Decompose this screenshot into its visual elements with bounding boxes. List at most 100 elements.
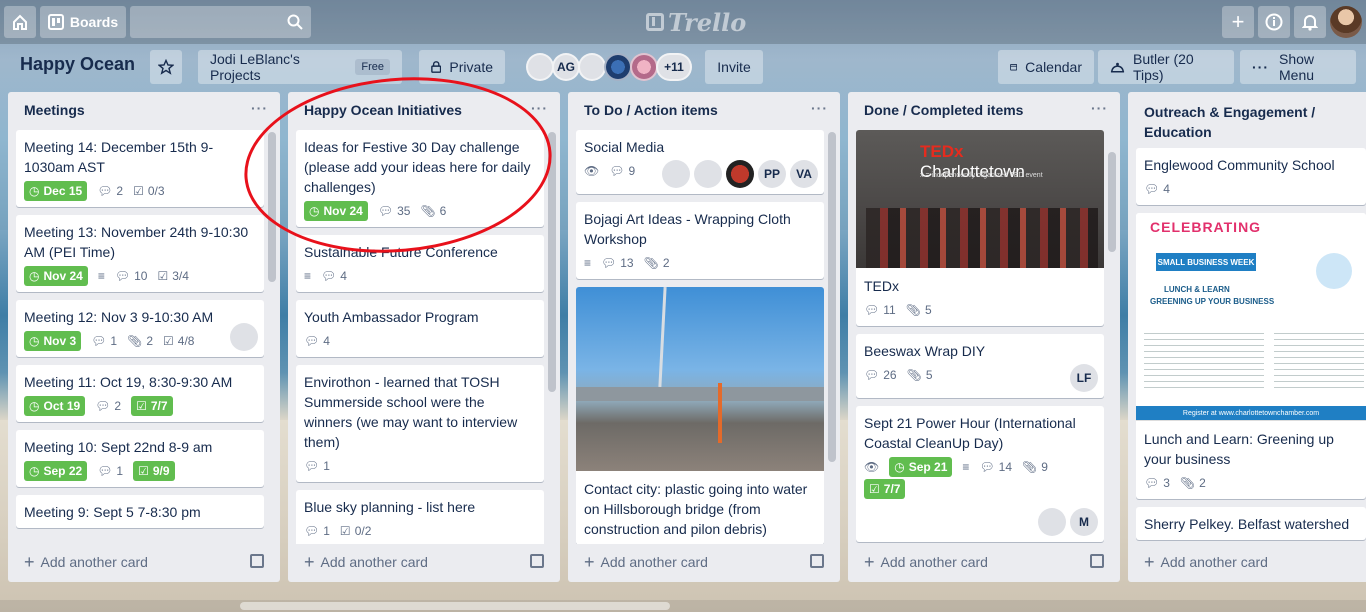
list-header[interactable]: To Do / Action items ··· xyxy=(568,92,840,130)
due-date-badge[interactable]: ◷ Sep 21 xyxy=(889,457,953,477)
butler-button[interactable]: Butler (20 Tips) xyxy=(1098,50,1234,84)
card-sept-21-power-hour[interactable]: Sept 21 Power Hour (International Coasta… xyxy=(856,406,1104,542)
card-member-avatar[interactable] xyxy=(662,160,690,188)
list-done-completed-items[interactable]: Done / Completed items ··· TEDx Charlotte… xyxy=(848,92,1120,582)
scrollbar-thumb[interactable] xyxy=(240,602,670,610)
comment-icon: 💬︎ xyxy=(1144,182,1160,196)
due-date-badge[interactable]: ◷ Oct 19 xyxy=(24,396,86,416)
calendar-button[interactable]: Calendar xyxy=(998,50,1094,84)
card-tedx[interactable]: TEDx Charlottetown x = independently orga… xyxy=(856,130,1104,326)
card-member-avatar[interactable] xyxy=(1038,508,1066,536)
card-meeting-10[interactable]: Meeting 10: Sept 22nd 8-9 am ◷ Sep 22 💬︎ 1… xyxy=(16,430,264,487)
card-member-avatar[interactable] xyxy=(694,160,722,188)
list-header[interactable]: Outreach & Engagement / Education xyxy=(1128,92,1366,148)
star-board-button[interactable] xyxy=(150,50,182,84)
card-blue-sky-planning[interactable]: Blue sky planning - list here 💬︎ 1 ☑ 0/2 xyxy=(296,490,544,544)
comment-icon: 💬︎ xyxy=(601,256,617,270)
board-title[interactable]: Happy Ocean xyxy=(20,54,135,75)
list-meetings[interactable]: Meetings ··· Meeting 14: December 15th 9… xyxy=(8,92,280,582)
list-menu-icon[interactable]: ··· xyxy=(531,100,548,116)
due-date-badge[interactable]: ◷ Nov 24 xyxy=(304,201,368,221)
add-card-button[interactable]: + Add another card xyxy=(864,550,1108,574)
due-date-badge[interactable]: ◷ Sep 22 xyxy=(24,461,88,481)
add-card-button[interactable]: + Add another card xyxy=(304,550,548,574)
card-lunch-and-learn[interactable]: CELEBRATING SMALL BUSINESS WEEK LUNCH & … xyxy=(1136,213,1366,499)
card-template-icon[interactable] xyxy=(1090,554,1104,568)
add-card-button[interactable]: + Add another card xyxy=(1144,550,1354,574)
add-card-button[interactable]: + Add another card xyxy=(584,550,828,574)
list-outreach-engagement[interactable]: Outreach & Engagement / Education Englew… xyxy=(1128,92,1366,582)
card-template-icon[interactable] xyxy=(810,554,824,568)
due-date-badge[interactable]: ◷ Nov 3 xyxy=(24,331,82,351)
create-button[interactable]: + xyxy=(1222,6,1254,38)
card-contact-city[interactable]: Contact city: plastic going into water o… xyxy=(576,287,824,544)
member-avatar-4[interactable] xyxy=(604,53,632,81)
list-to-do-action-items[interactable]: To Do / Action items ··· Social Media 👁︎… xyxy=(568,92,840,582)
member-avatar-3[interactable] xyxy=(578,53,606,81)
card-member-initials[interactable]: VA xyxy=(790,160,818,188)
card-youth-ambassador-program[interactable]: Youth Ambassador Program 💬︎ 4 xyxy=(296,300,544,357)
clock-icon: ◷ xyxy=(309,204,320,218)
member-avatar-5[interactable] xyxy=(630,53,658,81)
search-input[interactable] xyxy=(130,6,311,38)
info-button[interactable] xyxy=(1258,6,1290,38)
card-bojagi-art-ideas[interactable]: Bojagi Art Ideas - Wrapping Cloth Worksh… xyxy=(576,202,824,279)
list-scrollbar[interactable] xyxy=(548,132,556,392)
card-sherry-pelkey[interactable]: Sherry Pelkey. Belfast watershed xyxy=(1136,507,1366,540)
card-englewood-community-school[interactable]: Englewood Community School 💬︎ 4 xyxy=(1136,148,1366,205)
list-menu-icon[interactable]: ··· xyxy=(251,100,268,116)
card-meeting-14[interactable]: Meeting 14: December 15th 9-1030am AST ◷… xyxy=(16,130,264,207)
user-avatar[interactable] xyxy=(1330,6,1362,38)
card-envirothon[interactable]: Envirothon - learned that TOSH Summersid… xyxy=(296,365,544,482)
card-template-icon[interactable] xyxy=(250,554,264,568)
cover-pole xyxy=(658,287,667,388)
list-title[interactable]: To Do / Action items xyxy=(584,102,718,118)
list-header[interactable]: Meetings ··· xyxy=(8,92,280,130)
card-member-initials[interactable]: LF xyxy=(1070,364,1098,392)
more-members-button[interactable]: +11 xyxy=(656,53,692,81)
card-social-media[interactable]: Social Media 👁︎ 💬︎ 9 PP VA xyxy=(576,130,824,194)
notifications-button[interactable] xyxy=(1294,6,1326,38)
search-icon[interactable] xyxy=(287,14,303,30)
list-menu-icon[interactable]: ··· xyxy=(1091,100,1108,116)
card-member-initials[interactable]: PP xyxy=(758,160,786,188)
add-card-button[interactable]: + Add another card xyxy=(24,550,268,574)
member-avatar-ag[interactable]: AG xyxy=(552,53,580,81)
list-header[interactable]: Done / Completed items ··· xyxy=(848,92,1120,130)
trello-logo[interactable]: Trello xyxy=(646,8,746,37)
card-meeting-11[interactable]: Meeting 11: Oct 19, 8:30-9:30 AM ◷ Oct 19… xyxy=(16,365,264,422)
board-horizontal-scrollbar[interactable] xyxy=(0,600,1366,612)
card-beeswax-wrap-diy[interactable]: Beeswax Wrap DIY 💬︎ 26 📎︎ 5 LF xyxy=(856,334,1104,398)
card-member-avatar[interactable] xyxy=(230,323,258,351)
card-meeting-12[interactable]: Meeting 12: Nov 3 9-10:30 AM ◷ Nov 3 💬︎ 1 … xyxy=(16,300,264,357)
card-meeting-13[interactable]: Meeting 13: November 24th 9-10:30 AM (PE… xyxy=(16,215,264,292)
comments-count: 35 xyxy=(397,204,411,218)
list-scrollbar[interactable] xyxy=(828,132,836,462)
member-avatar-1[interactable] xyxy=(526,53,554,81)
list-menu-icon[interactable]: ··· xyxy=(811,100,828,116)
visibility-button[interactable]: Private xyxy=(419,50,505,84)
list-header[interactable]: Happy Ocean Initiatives ··· xyxy=(288,92,560,130)
comments-count: 26 xyxy=(883,368,897,382)
team-button[interactable]: Jodi LeBlanc's Projects Free xyxy=(198,50,402,84)
invite-button[interactable]: Invite xyxy=(705,50,763,84)
list-title[interactable]: Outreach & Engagement / Education xyxy=(1144,102,1326,142)
list-title[interactable]: Meetings xyxy=(24,102,85,118)
list-happy-ocean-initiatives[interactable]: Happy Ocean Initiatives ··· Ideas for Fe… xyxy=(288,92,560,582)
card-meeting-9[interactable]: Meeting 9: Sept 5 7-8:30 pm xyxy=(16,495,264,528)
card-member-initials[interactable]: M xyxy=(1070,508,1098,536)
list-scrollbar[interactable] xyxy=(1108,152,1116,252)
home-button[interactable] xyxy=(4,6,36,38)
comments-badge: 💬︎ 4 xyxy=(1144,179,1170,199)
show-menu-button[interactable]: ··· Show Menu xyxy=(1240,50,1356,84)
list-scrollbar[interactable] xyxy=(268,132,276,282)
due-date-badge[interactable]: ◷ Nov 24 xyxy=(24,266,88,286)
due-date-badge[interactable]: ◷ Dec 15 xyxy=(24,181,88,201)
card-festive-30-day-challenge[interactable]: Ideas for Festive 30 Day challenge (plea… xyxy=(296,130,544,227)
card-sustainable-future-conference[interactable]: Sustainable Future Conference ≡ 💬︎ 4 xyxy=(296,235,544,292)
list-title[interactable]: Happy Ocean Initiatives xyxy=(304,102,462,118)
card-member-avatar[interactable] xyxy=(726,160,754,188)
list-title[interactable]: Done / Completed items xyxy=(864,102,1023,118)
card-template-icon[interactable] xyxy=(530,554,544,568)
boards-button[interactable]: Boards xyxy=(40,6,126,38)
